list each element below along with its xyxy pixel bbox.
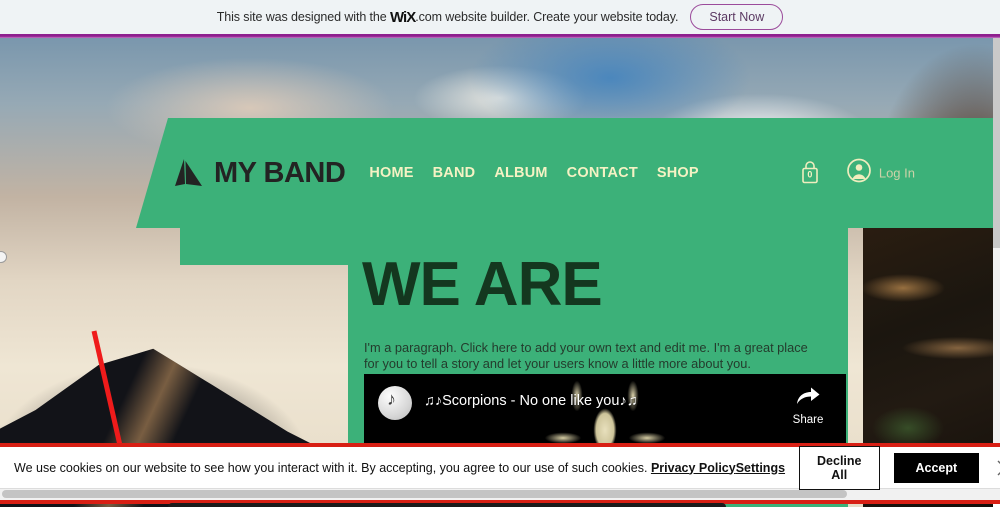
main-navigation: HOME BAND ALBUM CONTACT SHOP (369, 165, 698, 181)
hero-paragraph[interactable]: I'm a paragraph. Click here to add your … (364, 340, 824, 371)
cart-count-badge: 0 (807, 169, 813, 179)
accept-button[interactable]: Accept (893, 452, 980, 483)
video-title[interactable]: ♫♪Scorpions - No one like you♪♫ (424, 393, 638, 409)
nav-item-album[interactable]: ALBUM (494, 165, 547, 181)
wix-logo: WiX (390, 8, 416, 26)
promo-text-after: .com website builder. Create your websit… (415, 9, 679, 24)
navbar-actions: 0 Log In (799, 158, 915, 188)
nav-item-contact[interactable]: CONTACT (567, 165, 638, 181)
panel-step-fill (180, 228, 348, 265)
cookie-message: We use cookies on our website to see how… (14, 460, 648, 475)
horizontal-scrollbar-thumb[interactable] (2, 490, 847, 498)
close-x-icon[interactable] (995, 458, 1000, 478)
nav-item-band[interactable]: BAND (433, 165, 476, 181)
nav-item-home[interactable]: HOME (369, 165, 413, 181)
cookie-consent-banner: We use cookies on our website to see how… (0, 443, 1000, 490)
promo-banner-divider (0, 34, 1000, 38)
navbar-content: MY BAND HOME BAND ALBUM CONTACT SHOP 0 L… (136, 118, 993, 228)
cookie-banner-text: We use cookies on our website to see how… (14, 461, 736, 475)
bottom-dark-element (168, 503, 726, 507)
video-overlay-topbar: ♫♪Scorpions - No one like you♪♫ (364, 374, 846, 430)
music-note-avatar-icon[interactable] (378, 386, 412, 420)
decline-all-button[interactable]: Decline All (799, 445, 880, 490)
cart-button[interactable]: 0 (799, 160, 821, 186)
promo-banner-text: This site was designed with the WiX.com … (217, 9, 679, 26)
site-brand-name: MY BAND (214, 156, 346, 189)
privacy-policy-link[interactable]: Privacy Policy (651, 461, 736, 475)
nav-item-shop[interactable]: SHOP (657, 165, 699, 181)
page-title: WE ARE (362, 250, 603, 319)
share-arrow-icon (795, 386, 821, 411)
cookie-settings-link[interactable]: Settings (736, 461, 785, 475)
start-now-button[interactable]: Start Now (690, 4, 784, 30)
wix-promo-banner: This site was designed with the WiX.com … (0, 0, 1000, 34)
site-viewport: MY BAND HOME BAND ALBUM CONTACT SHOP 0 L… (0, 38, 993, 507)
video-share-label: Share (792, 414, 824, 426)
cookie-banner-actions: Settings Decline All Accept (736, 445, 1000, 490)
site-brand[interactable]: MY BAND (172, 156, 346, 190)
mountain-triangle-icon (172, 156, 206, 190)
promo-text-before: This site was designed with the (216, 9, 387, 24)
login-label: Log In (878, 165, 915, 181)
video-share-button[interactable]: Share (782, 386, 834, 426)
login-button[interactable]: Log In (846, 158, 915, 188)
user-avatar-icon (846, 158, 871, 188)
vertical-scrollbar-thumb[interactable] (993, 38, 1000, 248)
